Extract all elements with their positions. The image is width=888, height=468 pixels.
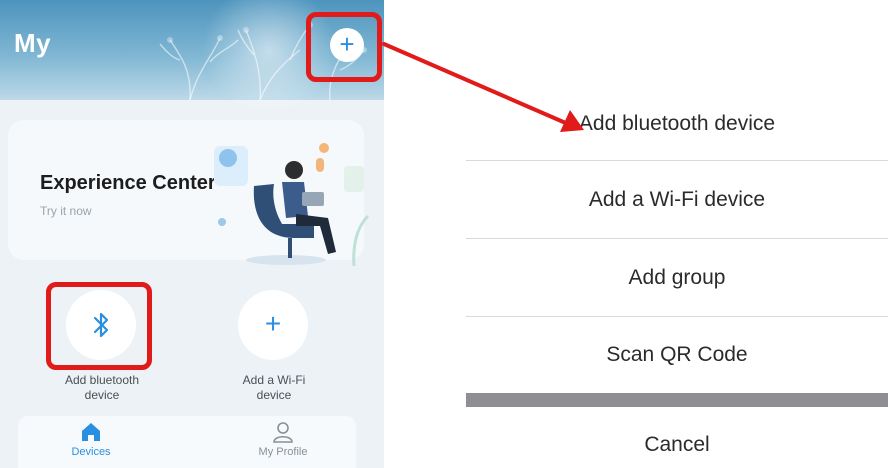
add-device-action-sheet: Add bluetooth device Add a Wi-Fi device … [466, 0, 888, 468]
tab-devices-label: Devices [71, 446, 111, 458]
tab-my-profile-label: My Profile [258, 446, 308, 458]
person-on-chair-illustration [214, 143, 370, 266]
card-subtitle: Try it now [40, 204, 92, 218]
plus-icon: + [264, 308, 282, 339]
divider [466, 160, 888, 161]
quick-label-wifi-line2: device [256, 388, 292, 402]
quick-label-wifi: Add a Wi-Fi device [214, 373, 334, 403]
highlight-box-bluetooth-button [46, 282, 152, 370]
phone-screen: My + Experience Center Try it now Add bl… [0, 0, 384, 468]
menu-item-add-bluetooth-device[interactable]: Add bluetooth device [466, 112, 888, 136]
home-icon [82, 423, 100, 441]
profile-icon [273, 422, 293, 443]
menu-item-add-wifi-device[interactable]: Add a Wi-Fi device [466, 188, 888, 212]
cancel-button[interactable]: Cancel [466, 433, 888, 457]
highlight-box-add-button [306, 12, 382, 82]
quick-label-wifi-line1: Add a Wi-Fi [242, 373, 306, 387]
add-wifi-quick-button[interactable]: + [238, 290, 308, 360]
divider [466, 238, 888, 239]
quick-label-bluetooth-line1: Add bluetooth [64, 373, 140, 387]
menu-item-add-group[interactable]: Add group [466, 266, 888, 290]
divider [466, 316, 888, 317]
tab-devices[interactable]: Devices [36, 420, 146, 458]
bottom-tab-bar: Devices My Profile [18, 416, 356, 468]
quick-label-bluetooth: Add bluetooth device [42, 373, 162, 403]
tab-my-profile[interactable]: My Profile [228, 420, 338, 458]
menu-item-scan-qr-code[interactable]: Scan QR Code [466, 343, 888, 367]
page-title: My [14, 28, 52, 58]
quick-label-bluetooth-line2: device [84, 388, 120, 402]
experience-center-card[interactable]: Experience Center Try it now [8, 120, 370, 266]
card-title: Experience Center [40, 172, 216, 194]
sheet-cancel-separator [466, 393, 888, 407]
